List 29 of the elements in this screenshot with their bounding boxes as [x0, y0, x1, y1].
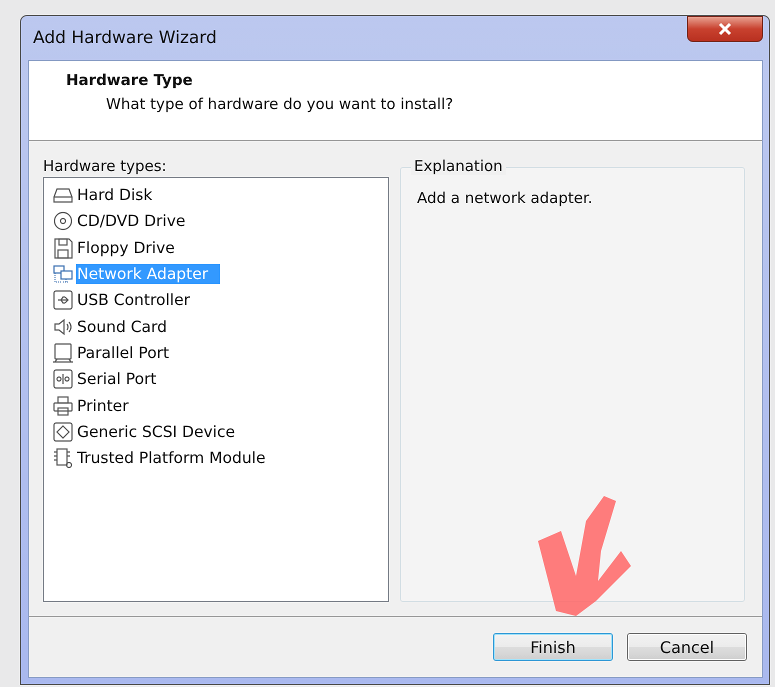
- disc-icon: [52, 210, 74, 232]
- group-label: Explanation: [411, 157, 506, 175]
- header-subtitle: What type of hardware do you want to install?: [106, 95, 454, 113]
- close-icon: [717, 22, 733, 36]
- list-item[interactable]: Floppy Drive: [76, 238, 187, 258]
- list-item[interactable]: CD/DVD Drive: [76, 211, 198, 232]
- network-icon: [52, 263, 74, 286]
- list-item[interactable]: Trusted Platform Module: [76, 448, 278, 468]
- usb-icon: [52, 289, 74, 312]
- printer-icon: [52, 394, 74, 417]
- dialog-button[interactable]: Finish: [493, 633, 613, 661]
- window-title: Add Hardware Wizard: [32, 28, 217, 48]
- list-item[interactable]: Parallel Port: [76, 342, 182, 363]
- floppy-icon: [52, 236, 74, 259]
- close-button[interactable]: [687, 16, 763, 42]
- list-label: Hardware types:: [43, 157, 168, 177]
- explanation-text: Add a network adapter.: [417, 189, 593, 207]
- scsi-icon: [52, 420, 74, 443]
- list-item[interactable]: Hard Disk: [76, 185, 164, 206]
- list-item[interactable]: Generic SCSI Device: [76, 422, 248, 442]
- serial-port-icon: [52, 368, 74, 390]
- list-item[interactable]: Sound Card: [76, 316, 179, 337]
- list-item[interactable]: Printer: [76, 396, 141, 416]
- laptop-icon: [52, 342, 74, 364]
- list-item[interactable]: Serial Port: [76, 369, 169, 390]
- header-title: Hardware Type: [66, 71, 194, 89]
- dialog-button[interactable]: Cancel: [627, 633, 747, 661]
- list-item[interactable]: USB Controller: [76, 290, 202, 310]
- chip-icon: [52, 447, 74, 470]
